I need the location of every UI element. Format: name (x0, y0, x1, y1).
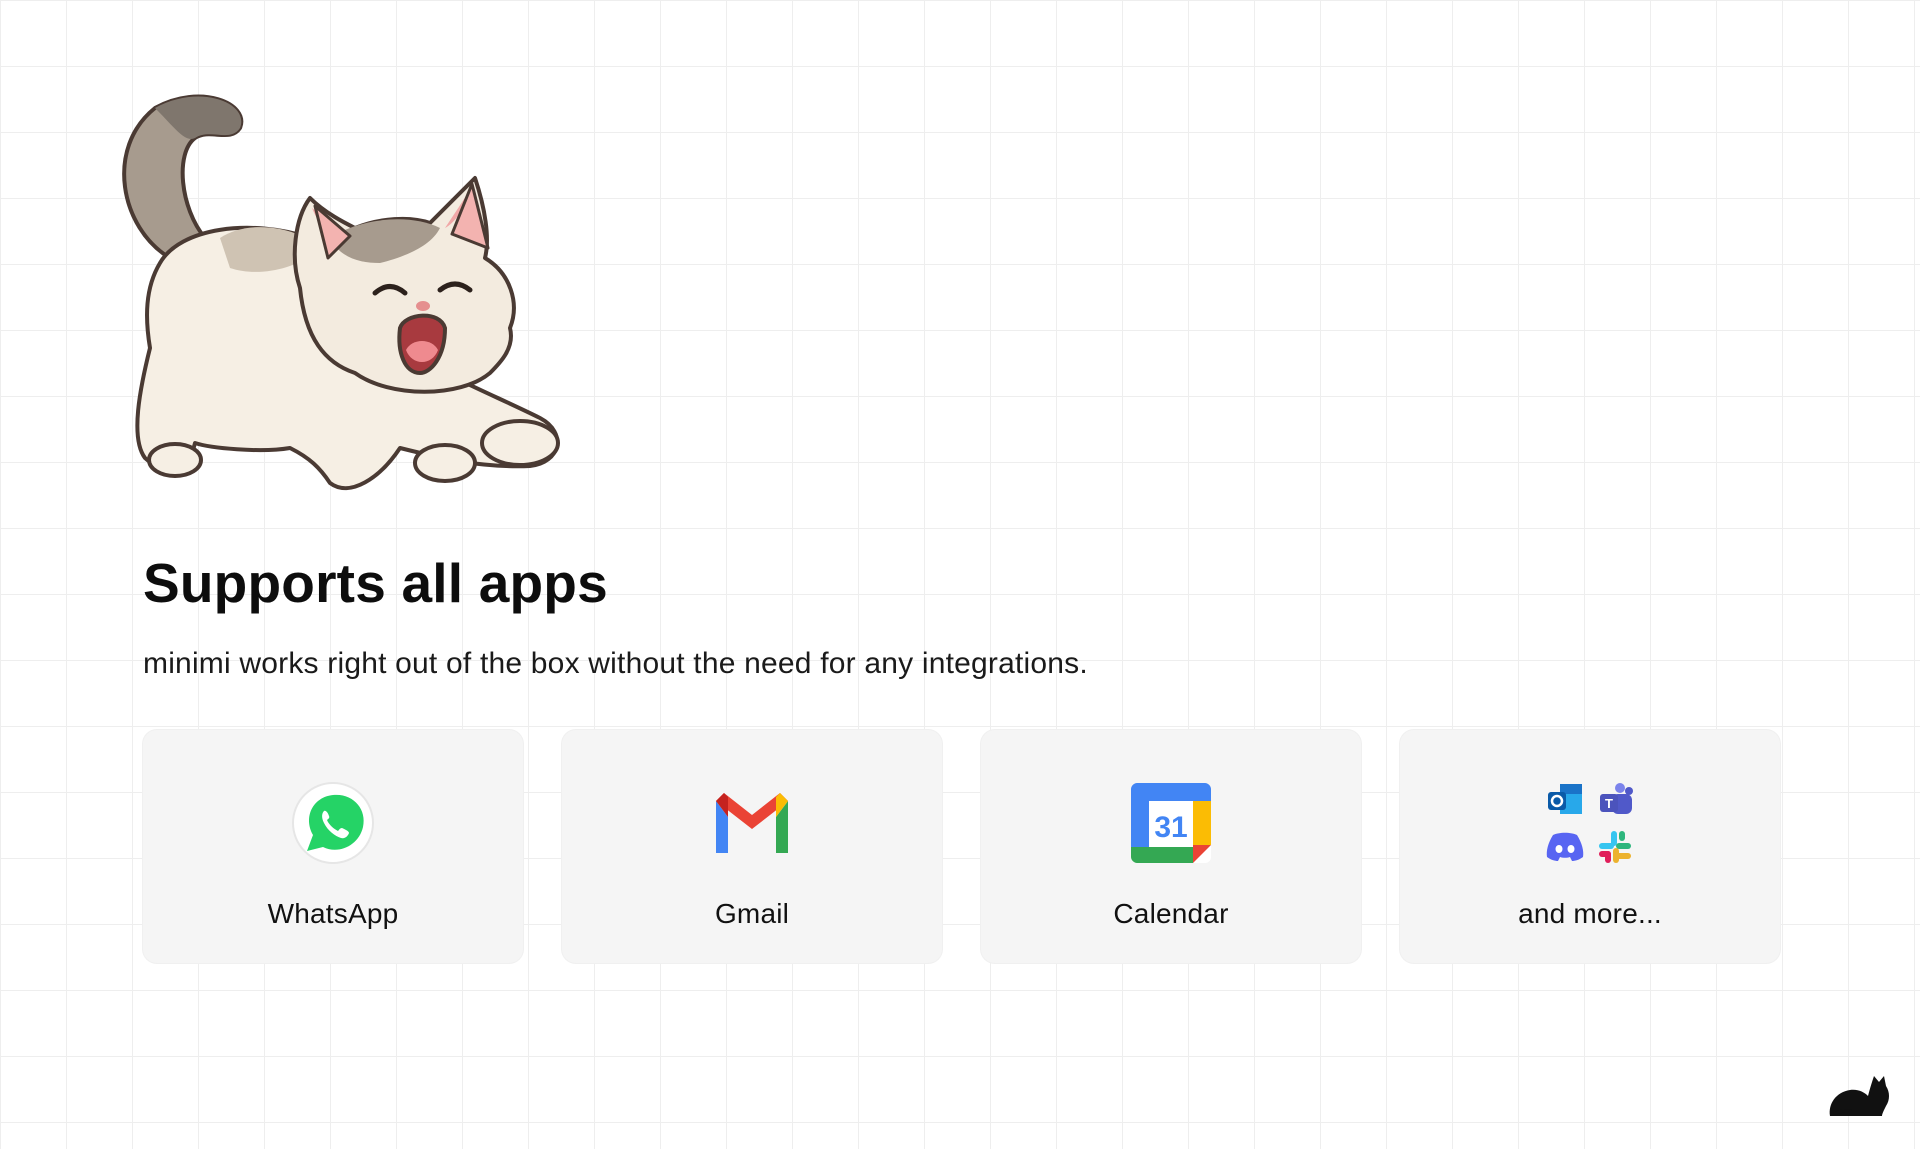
section-title: Supports all apps (143, 552, 608, 614)
outlook-icon (1545, 779, 1585, 819)
kitten-illustration (122, 94, 560, 490)
google-calendar-icon: 31 (1129, 781, 1213, 865)
app-card-label: and more... (1518, 898, 1662, 929)
app-card-gmail[interactable]: Gmail (562, 730, 942, 963)
app-card-label: Calendar (1113, 898, 1229, 929)
page: Supports all apps minimi works right out… (0, 0, 1920, 1149)
cat-logo-icon (1829, 1076, 1889, 1116)
calendar-date: 31 (1154, 811, 1187, 844)
app-cards: WhatsApp Gmail 31 Calendar T and more... (143, 730, 1780, 963)
whatsapp-icon (291, 781, 375, 865)
more-apps-icon: T (1545, 779, 1635, 867)
app-card-label: WhatsApp (267, 898, 399, 929)
app-card-label: Gmail (714, 898, 790, 929)
teams-icon: T (1595, 779, 1635, 819)
app-card-calendar[interactable]: 31 Calendar (981, 730, 1361, 963)
discord-icon (1545, 827, 1585, 867)
svg-text:T: T (1605, 796, 1613, 811)
app-card-whatsapp[interactable]: WhatsApp (143, 730, 523, 963)
app-card-more[interactable]: T and more... (1400, 730, 1780, 963)
section-description: minimi works right out of the box withou… (143, 647, 1088, 680)
gmail-icon (710, 781, 794, 865)
slack-icon (1595, 827, 1635, 867)
